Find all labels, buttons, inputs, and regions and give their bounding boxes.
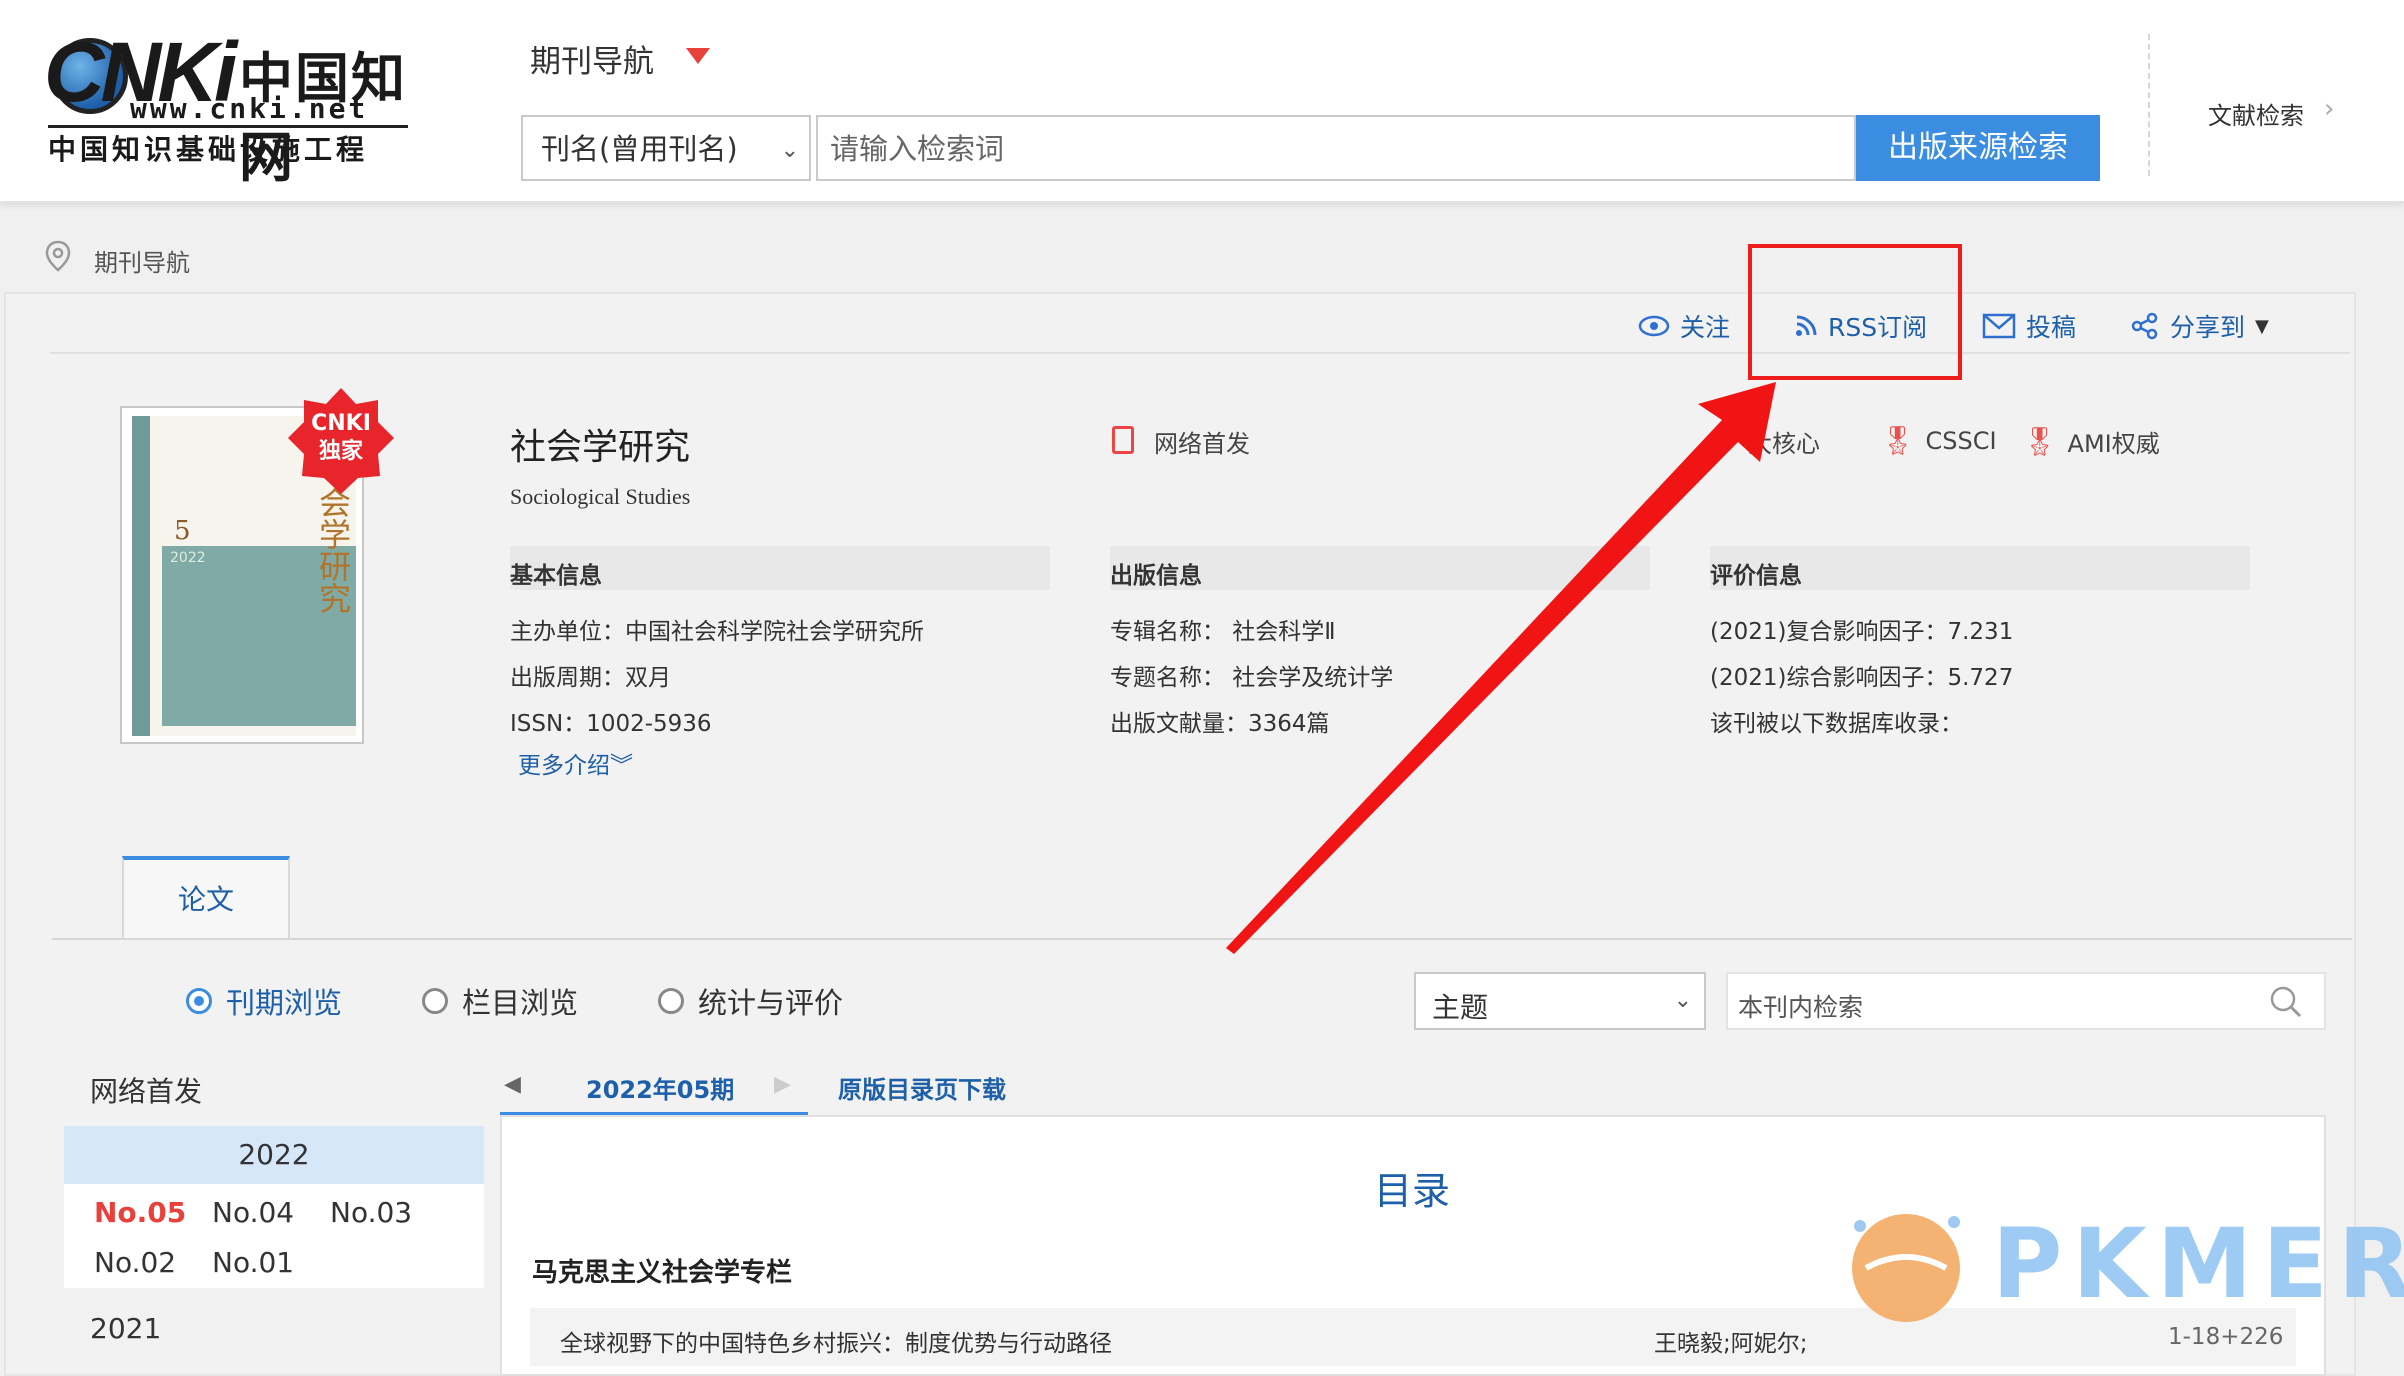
year-2021-header[interactable]: 2021: [90, 1312, 161, 1345]
info-row: 出版文献量：3364篇: [1110, 711, 1330, 737]
follow-label: 关注: [1680, 313, 1731, 342]
badge-line-1: CNKI: [311, 411, 371, 436]
toc-title: 目录: [1374, 1169, 1451, 1213]
badge-text: CNKI 独家: [286, 410, 396, 466]
pkmer-watermark: PKMER: [1992, 1208, 2404, 1320]
tag-cssci-label: CSSCI: [1925, 426, 1997, 455]
info-row: (2021)综合影响因子：5.727: [1710, 665, 2014, 691]
next-issue-icon[interactable]: ▶: [774, 1072, 791, 1097]
tag-core-label: 大核心: [1748, 430, 1820, 458]
search-field-value: 刊名(曾用刊名): [541, 132, 738, 166]
mail-icon: [1982, 313, 2016, 339]
header-divider: [2148, 34, 2150, 176]
journal-nav-menu[interactable]: 期刊导航: [530, 36, 654, 81]
share-label: 分享到: [2170, 313, 2246, 342]
field-value: 主题: [1432, 991, 1489, 1024]
double-chevron-down-icon: ︾: [610, 753, 633, 779]
doc-search-link[interactable]: 文献检索: [2208, 96, 2304, 131]
issue-link-selected[interactable]: No.05: [94, 1196, 186, 1229]
info-row: 主办单位：中国社会科学院社会学研究所: [510, 619, 924, 645]
award-ribbon-icon: 🎖: [1880, 424, 1916, 457]
radio-label: 统计与评价: [698, 986, 844, 1020]
radio-issue-browse[interactable]: 刊期浏览: [186, 980, 342, 1022]
info-row: ISSN：1002-5936: [510, 711, 712, 737]
in-journal-search-input[interactable]: 本刊内检索: [1726, 972, 2326, 1030]
article-title-link[interactable]: 全球视野下的中国特色乡村振兴：制度优势与行动路径: [560, 1324, 1112, 1358]
search-input[interactable]: 请输入检索词: [816, 115, 1856, 181]
cover-spine: [132, 416, 150, 736]
radio-stats-eval[interactable]: 统计与评价: [658, 980, 843, 1022]
share-icon: [2131, 312, 2158, 340]
source-search-button[interactable]: 出版来源检索: [1856, 115, 2100, 181]
follow-button[interactable]: 关注: [1638, 308, 1730, 344]
radio-dot: [658, 988, 684, 1014]
journal-title: 社会学研究: [510, 427, 691, 468]
year-2022-header[interactable]: 2022: [64, 1126, 484, 1184]
cover-issue-number: 5: [174, 516, 191, 546]
in-search-placeholder: 本刊内检索: [1738, 993, 1864, 1022]
first-pub-label[interactable]: 网络首发: [1154, 424, 1250, 459]
radio-dot: [186, 988, 212, 1014]
tag-core: 大核心: [1748, 424, 1820, 459]
more-intro-link[interactable]: 更多介绍︾: [518, 746, 633, 780]
download-toc-link[interactable]: 原版目录页下载: [838, 1070, 1006, 1105]
share-button[interactable]: 分享到 ▼: [2130, 308, 2269, 344]
cnki-logo[interactable]: CNKi 中国知网 www.cnki.net 中国知识基础设施工程: [44, 30, 424, 189]
actions-divider: [50, 352, 2350, 354]
section-heading: 马克思主义社会学专栏: [532, 1258, 793, 1288]
journal-title-en: Sociological Studies: [510, 484, 691, 509]
logo-url: www.cnki.net: [130, 92, 369, 125]
tab-divider: [52, 938, 2352, 940]
eval-info-head: 评价信息: [1710, 546, 2250, 590]
tag-cssci: 🎖 CSSCI: [1880, 424, 1997, 457]
issue-link[interactable]: No.02: [94, 1246, 176, 1279]
badge-line-2: 独家: [318, 439, 363, 464]
info-row: 出版周期：双月: [510, 665, 671, 691]
cover-title: 会学研究: [314, 486, 352, 614]
tag-ami-label: AMI权威: [2067, 430, 2160, 458]
award-ribbon-icon: 🎖: [2022, 425, 2058, 458]
cover-year: 2022: [170, 550, 206, 566]
location-pin-icon: [45, 240, 71, 272]
more-intro-label: 更多介绍: [518, 753, 610, 779]
net-first-link[interactable]: 网络首发: [90, 1070, 202, 1110]
logo-subtitle: 中国知识基础设施工程: [48, 133, 369, 166]
publish-info-head: 出版信息: [1110, 546, 1650, 590]
issue-link[interactable]: No.04: [212, 1196, 294, 1229]
radio-label: 刊期浏览: [226, 986, 343, 1020]
radio-label: 栏目浏览: [462, 986, 579, 1020]
current-issue-tab[interactable]: 2022年05期: [586, 1070, 734, 1105]
issue-link[interactable]: No.03: [330, 1196, 412, 1229]
info-row: 专题名称： 社会学及统计学: [1110, 665, 1394, 691]
article-pages: 1-18+226: [2168, 1324, 2284, 1350]
tab-papers[interactable]: 论文: [122, 856, 290, 940]
document-icon: [1112, 426, 1134, 454]
eye-icon: [1638, 315, 1670, 337]
top-header: CNKi 中国知网 www.cnki.net 中国知识基础设施工程 期刊导航 刊…: [0, 0, 2404, 203]
issue-link[interactable]: No.01: [212, 1246, 294, 1279]
dropdown-caret-icon[interactable]: [686, 48, 710, 64]
tag-ami: 🎖 AMI权威: [2022, 424, 2160, 459]
info-row: (2021)复合影响因子：7.231: [1710, 619, 2014, 645]
chevron-down-icon: ⌄: [1673, 988, 1692, 1013]
submit-label: 投稿: [2026, 313, 2077, 342]
search-field-select[interactable]: 刊名(曾用刊名) ⌄: [521, 115, 811, 181]
article-authors[interactable]: 王晓毅;阿妮尔;: [1654, 1324, 1808, 1358]
prev-issue-icon[interactable]: ◀: [504, 1072, 521, 1097]
rss-highlight-box: [1748, 244, 1962, 380]
info-row: 该刊被以下数据库收录：: [1710, 711, 1963, 737]
search-field-dropdown[interactable]: 主题 ⌄: [1414, 972, 1706, 1030]
basic-info-head: 基本信息: [510, 546, 1050, 590]
chevron-right-icon[interactable]: ›: [2324, 94, 2334, 124]
info-row: 专辑名称： 社会科学Ⅱ: [1110, 619, 1336, 645]
chevron-down-icon: ⌄: [780, 138, 799, 163]
breadcrumb[interactable]: 期刊导航: [94, 243, 190, 278]
submit-button[interactable]: 投稿: [1982, 308, 2076, 344]
search-icon[interactable]: [2268, 984, 2304, 1020]
radio-column-browse[interactable]: 栏目浏览: [422, 980, 578, 1022]
radio-dot: [422, 988, 448, 1014]
caret-down-icon: ▼: [2255, 315, 2269, 337]
